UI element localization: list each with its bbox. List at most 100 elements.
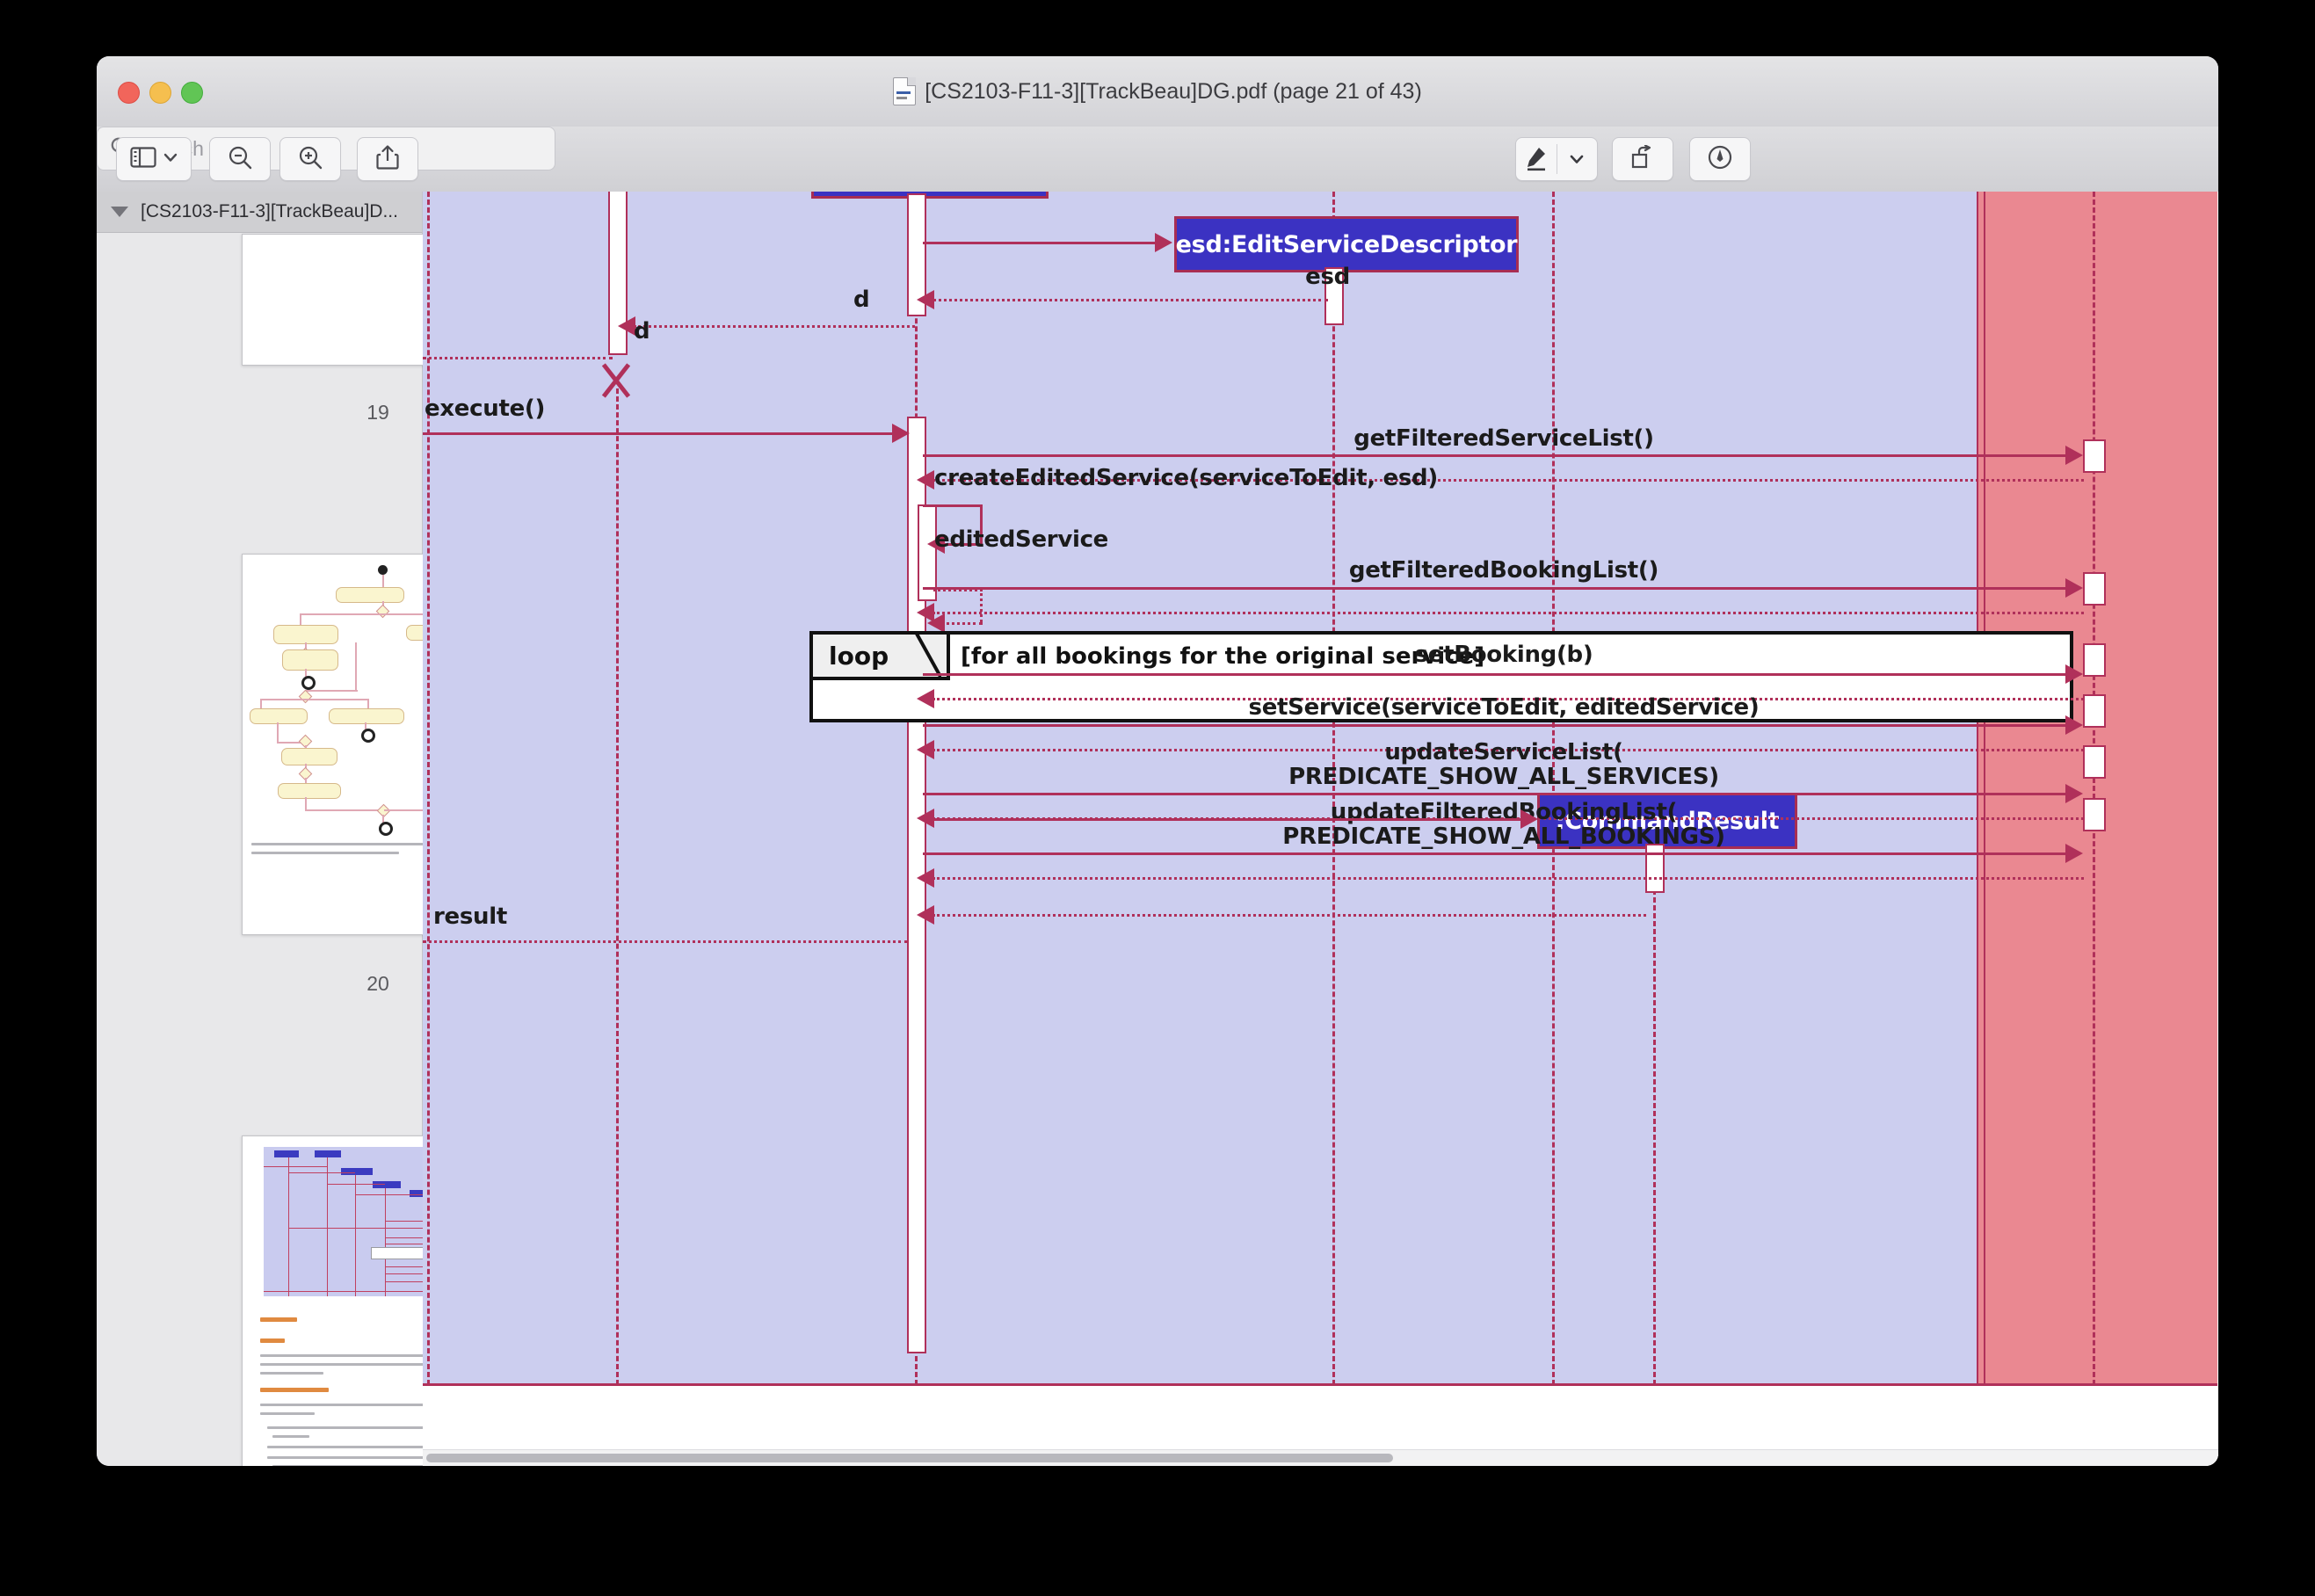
object-edit-service-command[interactable]: e:EditServiceCommand xyxy=(778,192,1083,199)
label-result: result xyxy=(433,903,507,930)
horizontal-scrollbar-thumb[interactable] xyxy=(426,1454,1393,1462)
arrowhead-left xyxy=(917,689,934,708)
arrowhead-right xyxy=(2065,784,2083,803)
label-edited-service: editedService xyxy=(934,526,1109,553)
zoom-out-icon xyxy=(227,144,253,175)
lifeline-left xyxy=(427,192,430,1385)
arrowhead-left xyxy=(618,316,635,336)
activation-model-5 xyxy=(2083,745,2106,779)
arrowhead-right xyxy=(2065,715,2083,735)
message-return-d-lower xyxy=(423,357,613,359)
region-bottom-border xyxy=(423,1383,2217,1386)
share-icon xyxy=(376,144,399,175)
activation-cr xyxy=(1645,844,1665,893)
label-d-lower: d xyxy=(634,318,650,345)
message-return-esd xyxy=(933,299,1328,301)
annotate-button[interactable] xyxy=(1689,137,1751,181)
object-label: esd:EditServiceDescriptor xyxy=(1175,230,1518,258)
label-update-service-list-line2: PREDICATE_SHOW_ALL_SERVICES) xyxy=(1288,764,1719,790)
lifeline-destroyed-tail xyxy=(616,388,619,1385)
share-button[interactable] xyxy=(357,137,418,181)
loop-operator-label: loop xyxy=(829,641,889,671)
arrowhead-left xyxy=(917,290,934,309)
loop-guard-label: [for all bookings for the original servi… xyxy=(961,643,1485,670)
message-return-booking-list xyxy=(933,612,2084,614)
model-region-border-inner xyxy=(1984,192,1985,1385)
message-return-update-filtered-booking-list xyxy=(933,877,2084,880)
activation-model-2 xyxy=(2083,572,2106,606)
arrowhead-right xyxy=(1155,233,1172,252)
message-set-booking xyxy=(923,673,2071,676)
message-create-esd xyxy=(923,242,1157,244)
arrowhead-right xyxy=(2065,578,2083,598)
label-update-filtered-booking-list-line2: PREDICATE_SHOW_ALL_BOOKINGS) xyxy=(1282,823,1725,850)
message-create-command-result xyxy=(923,818,1522,821)
label-set-booking: setBooking(b) xyxy=(1414,642,1593,668)
lifeline-model xyxy=(2093,192,2095,1385)
logic-region xyxy=(423,192,1978,1385)
arrowhead-left xyxy=(917,868,934,888)
arrowhead-left xyxy=(917,603,934,622)
rotate-button[interactable] xyxy=(1612,137,1673,181)
message-update-service-list xyxy=(923,793,2071,795)
message-result xyxy=(423,940,908,943)
message-set-service xyxy=(923,724,2071,727)
label-get-filtered-booking-list: getFilteredBookingList() xyxy=(1348,557,1659,584)
model-region xyxy=(1978,192,2217,1385)
label-create-edited-service: createEditedService(serviceToEdit, esd) xyxy=(934,465,1438,491)
label-d-upper: d xyxy=(853,287,870,313)
toolbar: Search xyxy=(97,127,2218,192)
rotate-icon xyxy=(1630,143,1655,174)
arrowhead-right xyxy=(2065,844,2083,863)
pdf-document-icon xyxy=(893,77,917,105)
label-set-service: setService(serviceToEdit, editedService) xyxy=(1248,694,1760,721)
activation-model-1 xyxy=(2083,439,2106,473)
sidebar-toggle-button[interactable] xyxy=(116,137,192,181)
label-update-filtered-booking-list-line1: updateFilteredBookingList( xyxy=(1330,799,1678,825)
arrowhead-left xyxy=(917,740,934,759)
zoom-out-button[interactable] xyxy=(209,137,271,181)
horizontal-scrollbar[interactable] xyxy=(423,1449,2218,1466)
zoom-in-icon xyxy=(297,144,323,175)
arrowhead-right xyxy=(2065,446,2083,465)
arrowhead-left xyxy=(917,905,934,925)
sidebar-header-label: [CS2103-F11-3][TrackBeau]D... xyxy=(141,201,398,221)
label-update-service-list-line1: updateServiceList( xyxy=(1384,739,1623,765)
message-self-return-side xyxy=(980,589,985,622)
arrowhead-left xyxy=(917,470,934,490)
lifeline-destroy-marker xyxy=(596,360,636,401)
activation-model-6 xyxy=(2083,798,2106,831)
label-get-filtered-service-list: getFilteredServiceList() xyxy=(1353,425,1654,452)
zoom-in-button[interactable] xyxy=(279,137,341,181)
message-get-filtered-booking-list xyxy=(923,587,2071,590)
chevron-down-icon[interactable] xyxy=(163,151,178,167)
arrowhead-right xyxy=(1520,809,1538,829)
label-execute: execute() xyxy=(425,395,546,422)
title-bar: [CS2103-F11-3][TrackBeau]DG.pdf (page 21… xyxy=(97,56,2218,127)
markup-button[interactable] xyxy=(1515,137,1598,181)
activation-model-4 xyxy=(2083,694,2106,728)
message-self-create-edited-service-top xyxy=(923,504,983,507)
preview-window: [CS2103-F11-3][TrackBeau]DG.pdf (page 21… xyxy=(97,56,2218,1466)
pdf-page: e:EditServiceCommand esd:EditServiceDesc… xyxy=(423,192,2218,1466)
object-label: e:EditServiceCommand xyxy=(778,192,1083,196)
lifeline-command-result xyxy=(1653,842,1656,1385)
markup-pen-icon[interactable] xyxy=(1516,138,1557,180)
label-esd: esd xyxy=(1305,264,1350,290)
message-get-filtered-service-list xyxy=(923,454,2071,457)
activation-model-3 xyxy=(2083,643,2106,677)
arrowhead-right xyxy=(892,424,910,443)
disclosure-triangle-icon[interactable] xyxy=(111,207,128,217)
chevron-down-icon[interactable] xyxy=(1557,138,1598,180)
message-return-command-result xyxy=(933,914,1646,917)
sidebar-header[interactable]: [CS2103-F11-3][TrackBeau]D... xyxy=(97,192,422,233)
pdf-canvas[interactable]: e:EditServiceCommand esd:EditServiceDesc… xyxy=(423,192,2218,1466)
window-title: [CS2103-F11-3][TrackBeau]DG.pdf (page 21… xyxy=(925,78,1422,104)
message-update-filtered-booking-list xyxy=(923,852,2071,855)
sidebar-toggle-icon xyxy=(130,146,156,172)
arrowhead-right xyxy=(2065,664,2083,684)
message-return-d-upper xyxy=(634,325,915,328)
message-execute xyxy=(423,432,904,435)
model-region-border-left xyxy=(1977,192,1978,1385)
annotate-icon xyxy=(1707,144,1733,175)
